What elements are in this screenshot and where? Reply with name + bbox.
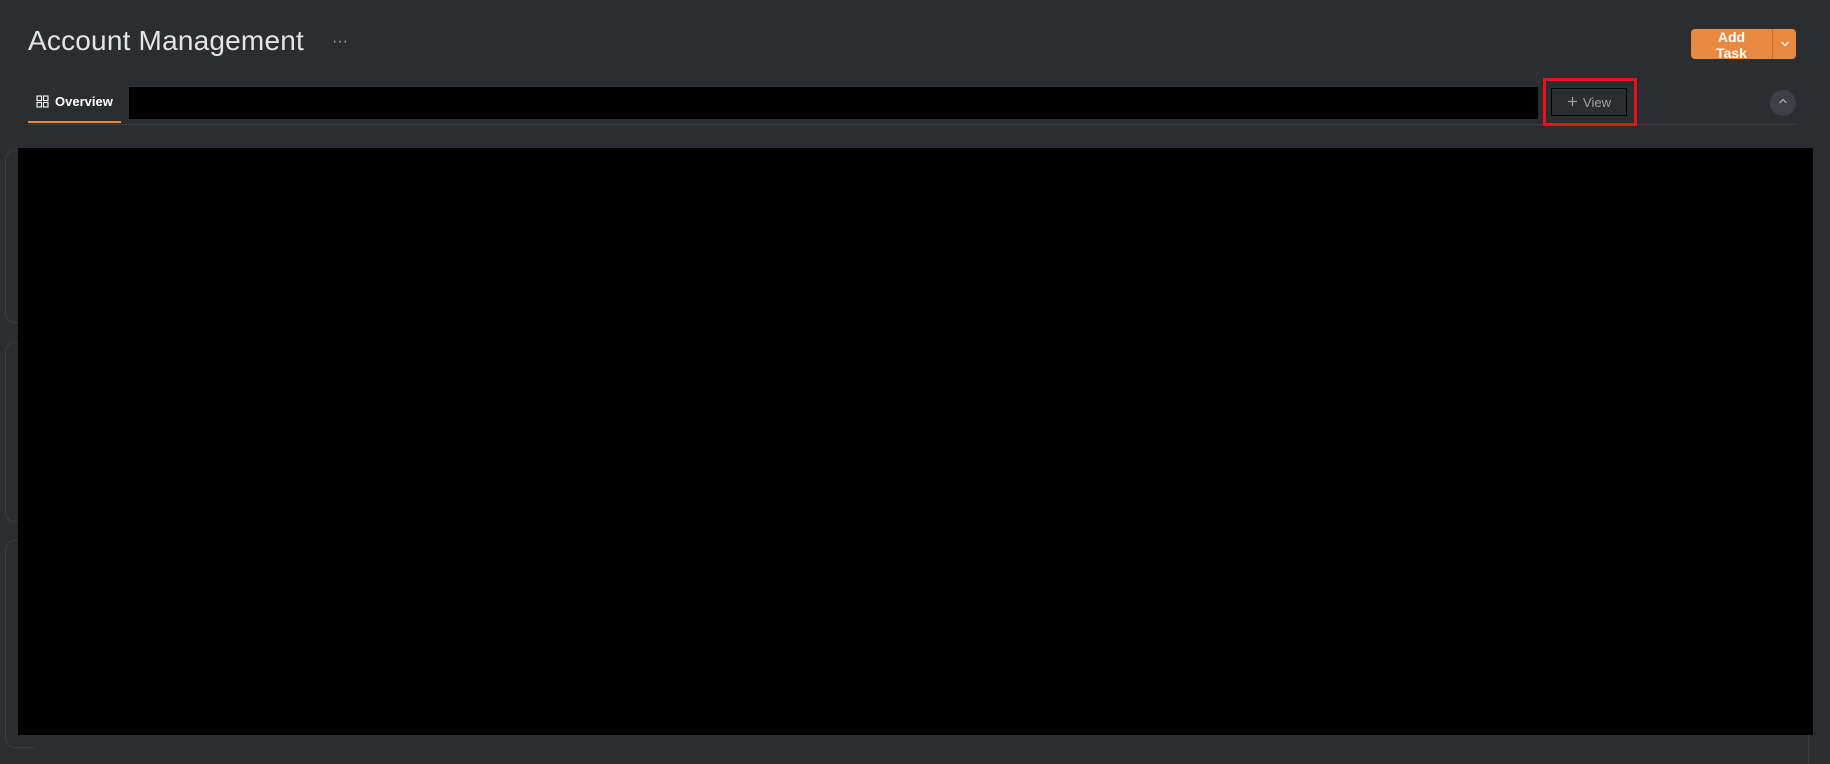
- grid-icon: [36, 95, 49, 108]
- view-tabs-bar: Overview: [28, 82, 1795, 125]
- add-view-button[interactable]: View: [1551, 88, 1627, 116]
- tab-overview-label: Overview: [55, 94, 113, 109]
- redacted-content-region: [18, 148, 1813, 735]
- plus-icon: [1567, 95, 1578, 110]
- add-task-split-button: Add Task: [1691, 29, 1796, 59]
- chevron-down-icon: [1780, 37, 1790, 52]
- page-title: Account Management: [28, 25, 304, 56]
- add-view-label: View: [1583, 94, 1611, 110]
- more-options-icon[interactable]: ···: [330, 34, 350, 54]
- redacted-tabs-region: [129, 87, 1538, 119]
- chevron-up-icon: [1777, 94, 1789, 112]
- tab-overview[interactable]: Overview: [28, 82, 121, 123]
- divider: [1808, 735, 1809, 764]
- add-task-button[interactable]: Add Task: [1691, 29, 1772, 59]
- collapse-button[interactable]: [1770, 90, 1796, 116]
- add-task-menu-button[interactable]: [1772, 29, 1796, 59]
